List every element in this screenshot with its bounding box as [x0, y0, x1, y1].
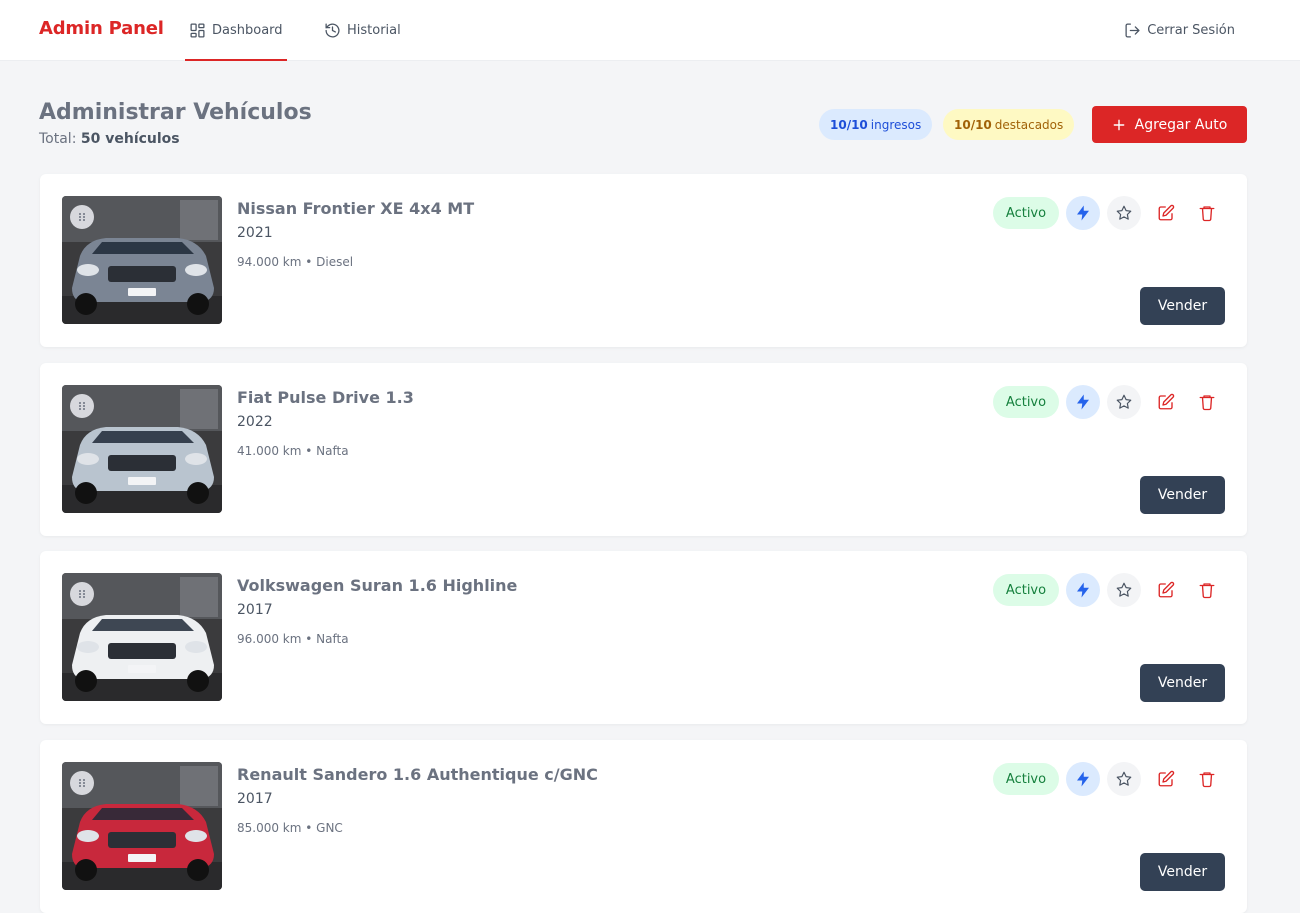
drag-handle[interactable] — [70, 394, 94, 418]
ingresos-label: ingresos — [870, 117, 922, 132]
trash-icon — [1199, 772, 1215, 788]
logout-label: Cerrar Sesión — [1147, 23, 1235, 38]
nav-tab-label: Historial — [347, 23, 401, 38]
logout-icon — [1125, 23, 1140, 38]
edit-button[interactable] — [1149, 385, 1183, 419]
vehicle-title: Fiat Pulse Drive 1.3 — [237, 388, 414, 407]
vehicle-photo — [62, 385, 222, 513]
trash-icon — [1199, 395, 1215, 411]
boost-button[interactable] — [1066, 573, 1100, 607]
brand-logo[interactable]: Admin Panel — [39, 18, 164, 39]
page-title: Administrar Vehículos — [39, 100, 312, 125]
history-icon — [325, 23, 340, 38]
nav-tab-label: Dashboard — [212, 23, 283, 38]
boost-button[interactable] — [1066, 762, 1100, 796]
vehicle-card: Nissan Frontier XE 4x4 MT 2021 94.000 km… — [40, 174, 1247, 347]
boost-button[interactable] — [1066, 385, 1100, 419]
ingresos-badge: 10/10 ingresos — [819, 109, 933, 140]
drag-handle[interactable] — [70, 771, 94, 795]
vehicle-year: 2017 — [237, 791, 273, 807]
feature-button[interactable] — [1107, 573, 1141, 607]
vehicle-total: Total: 50 vehículos — [39, 131, 180, 147]
edit-icon — [1158, 393, 1175, 410]
edit-button[interactable] — [1149, 196, 1183, 230]
edit-button[interactable] — [1149, 573, 1183, 607]
top-navbar: Admin Panel Dashboard Historial Cerrar S… — [0, 0, 1300, 61]
star-icon — [1116, 205, 1132, 220]
star-icon — [1116, 394, 1132, 409]
delete-button[interactable] — [1190, 196, 1224, 230]
add-car-label: Agregar Auto — [1134, 116, 1228, 133]
add-car-button[interactable]: Agregar Auto — [1092, 106, 1247, 143]
vehicle-card: Volkswagen Suran 1.6 Highline 2017 96.00… — [40, 551, 1247, 724]
star-icon — [1116, 771, 1132, 786]
feature-button[interactable] — [1107, 762, 1141, 796]
feature-button[interactable] — [1107, 196, 1141, 230]
destacados-label: destacados — [994, 117, 1064, 132]
vehicle-year: 2017 — [237, 602, 273, 618]
vehicle-meta: 96.000 km • Nafta — [237, 632, 349, 646]
nav-tab-historial[interactable]: Historial — [324, 0, 401, 61]
edit-icon — [1158, 204, 1175, 221]
status-badge: Activo — [993, 763, 1059, 795]
nav-tab-dashboard[interactable]: Dashboard — [185, 0, 287, 61]
vehicle-year: 2021 — [237, 225, 273, 241]
dashboard-icon — [190, 23, 205, 38]
edit-button[interactable] — [1149, 762, 1183, 796]
drag-grip-icon — [79, 402, 85, 410]
vehicle-title: Volkswagen Suran 1.6 Highline — [237, 576, 518, 595]
vehicle-photo — [62, 762, 222, 890]
drag-grip-icon — [79, 779, 85, 787]
vehicle-title: Nissan Frontier XE 4x4 MT — [237, 199, 475, 218]
drag-handle[interactable] — [70, 582, 94, 606]
delete-button[interactable] — [1190, 385, 1224, 419]
vehicle-meta: 41.000 km • Nafta — [237, 444, 349, 458]
vehicle-title: Renault Sandero 1.6 Authentique c/GNC — [237, 765, 598, 784]
lightning-icon — [1077, 771, 1089, 787]
destacados-count: 10/10 — [954, 117, 992, 132]
drag-handle[interactable] — [70, 205, 94, 229]
status-badge: Activo — [993, 197, 1059, 229]
lightning-icon — [1077, 582, 1089, 598]
destacados-badge: 10/10 destacados — [943, 109, 1075, 140]
delete-button[interactable] — [1190, 762, 1224, 796]
trash-icon — [1199, 206, 1215, 222]
drag-grip-icon — [79, 213, 85, 221]
edit-icon — [1158, 581, 1175, 598]
plus-icon — [1113, 119, 1125, 130]
star-icon — [1116, 582, 1132, 597]
status-badge: Activo — [993, 386, 1059, 418]
vehicle-meta: 94.000 km • Diesel — [237, 255, 354, 269]
vehicle-meta: 85.000 km • GNC — [237, 821, 343, 835]
lightning-icon — [1077, 394, 1089, 410]
trash-icon — [1199, 583, 1215, 599]
vehicle-year: 2022 — [237, 414, 273, 430]
edit-icon — [1158, 770, 1175, 787]
logout-button[interactable]: Cerrar Sesión — [1124, 0, 1235, 61]
total-value: 50 vehículos — [80, 131, 180, 147]
sell-button[interactable]: Vender — [1140, 287, 1225, 325]
delete-button[interactable] — [1190, 573, 1224, 607]
ingresos-count: 10/10 — [830, 117, 868, 132]
sell-button[interactable]: Vender — [1140, 664, 1225, 702]
drag-grip-icon — [79, 590, 85, 598]
total-prefix: Total: — [39, 131, 77, 147]
vehicle-card: Fiat Pulse Drive 1.3 2022 41.000 km • Na… — [40, 363, 1247, 536]
status-badge: Activo — [993, 574, 1059, 606]
vehicle-photo — [62, 196, 222, 324]
sell-button[interactable]: Vender — [1140, 476, 1225, 514]
lightning-icon — [1077, 205, 1089, 221]
boost-button[interactable] — [1066, 196, 1100, 230]
sell-button[interactable]: Vender — [1140, 853, 1225, 891]
vehicle-card: Renault Sandero 1.6 Authentique c/GNC 20… — [40, 740, 1247, 913]
vehicle-photo — [62, 573, 222, 701]
feature-button[interactable] — [1107, 385, 1141, 419]
